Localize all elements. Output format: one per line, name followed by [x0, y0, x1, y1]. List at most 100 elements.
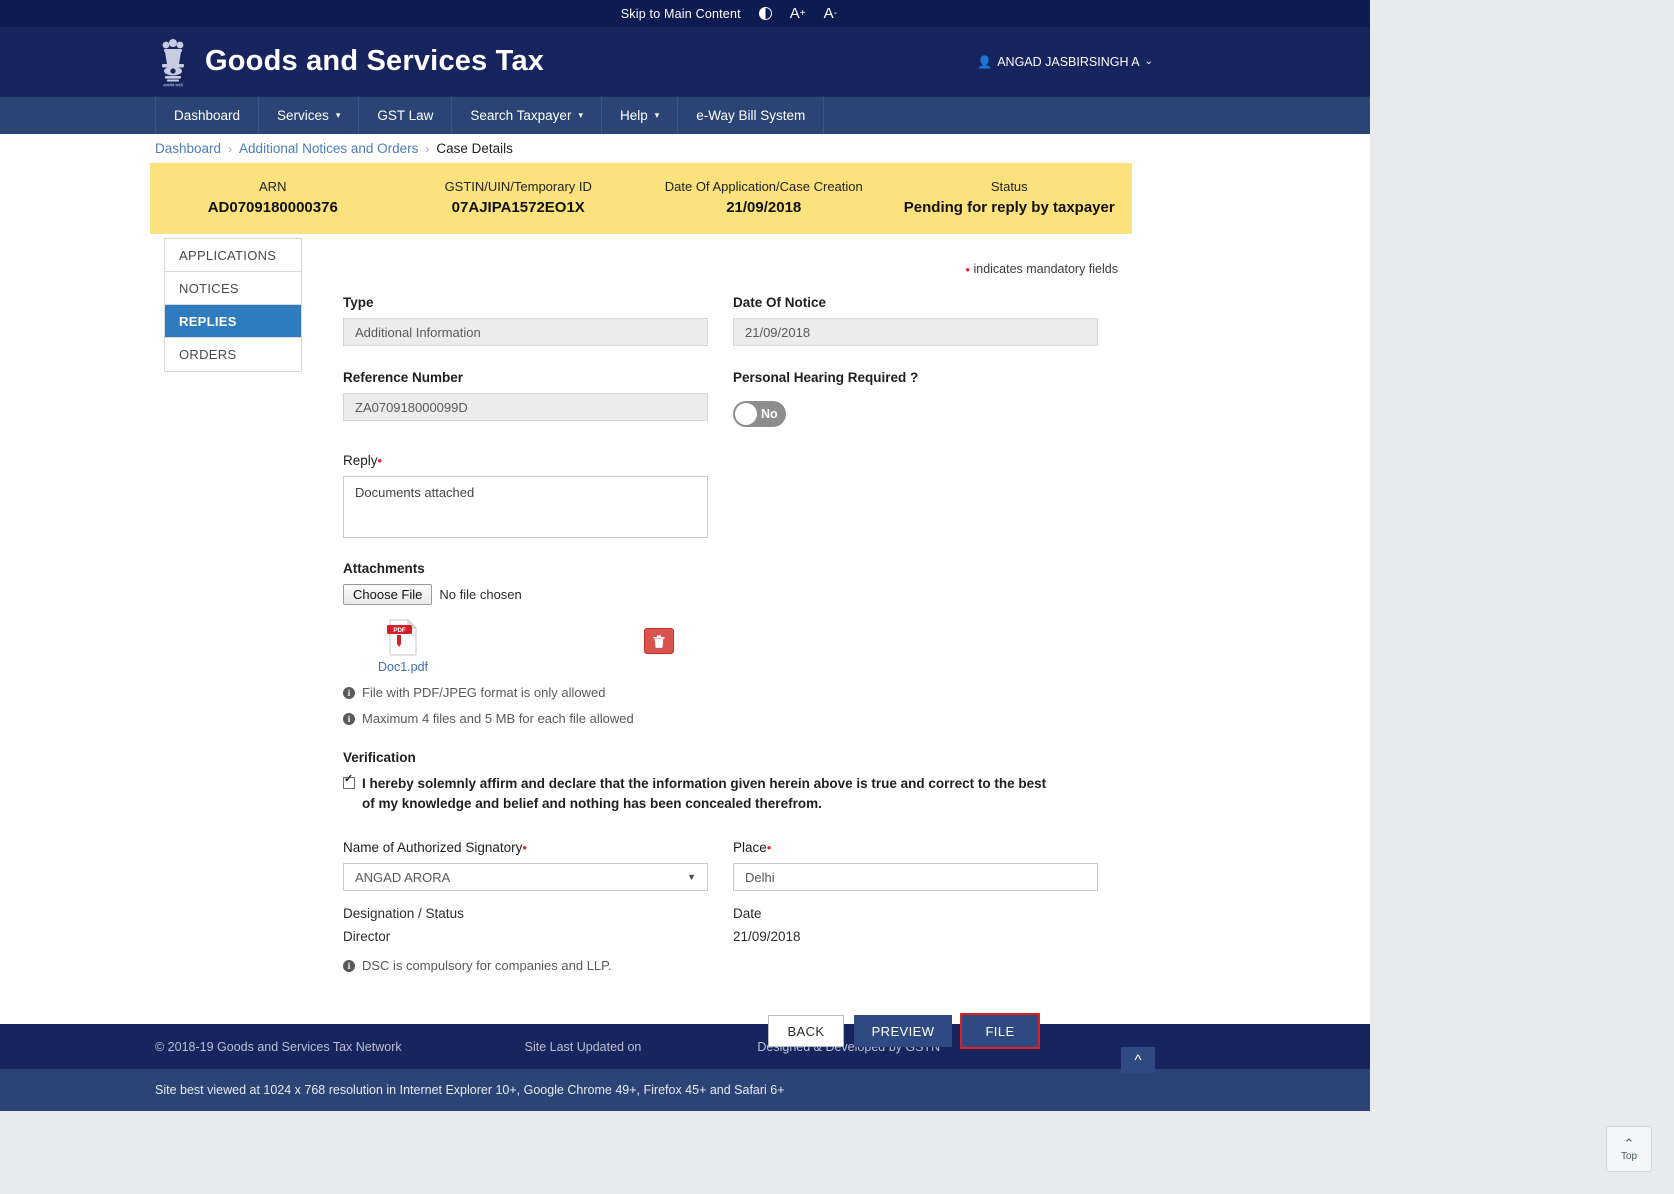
field-date-of-notice: Date Of Notice 21/09/2018 — [733, 295, 1098, 346]
summary-label: ARN — [259, 179, 287, 194]
nav-label: Services — [277, 108, 329, 123]
chevron-down-icon: ▾ — [335, 110, 341, 120]
page-root: Skip to Main Content A + A- सत्यमेव जयते … — [0, 0, 1370, 1111]
signatory-label-text: Name of Authorized Signatory — [343, 840, 523, 856]
reply-label-text: Reply — [343, 453, 378, 468]
toggle-state-label: No — [761, 407, 778, 421]
designation-label: Designation / Status — [343, 906, 464, 922]
delete-attachment-button[interactable] — [644, 628, 674, 654]
summary-value: AD0709180000376 — [207, 198, 338, 216]
attachment-note-limit: i Maximum 4 files and 5 MB for each file… — [343, 711, 1118, 726]
sidebar-item-orders[interactable]: ORDERS — [165, 338, 301, 371]
attachment-thumb[interactable]: PDF Doc1.pdf — [343, 618, 463, 674]
info-icon: i — [343, 686, 355, 699]
field-reference-number: Reference Number ZA070918000099D — [343, 370, 708, 427]
user-menu[interactable]: 👤 ANGAD JASBIRSINGH A ⌄ — [977, 55, 1153, 69]
sidebar-item-label: ORDERS — [179, 347, 237, 362]
reply-textarea[interactable]: Documents attached — [343, 476, 708, 538]
preview-button[interactable]: PREVIEW — [854, 1015, 952, 1048]
nav-item-dashboard[interactable]: Dashboard — [155, 97, 260, 134]
dsc-note: i DSC is compulsory for companies and LL… — [343, 958, 1118, 973]
font-increase-label: A — [789, 5, 800, 22]
sidebar-item-notices[interactable]: NOTICES — [165, 272, 301, 305]
nav-label: e-Way Bill System — [696, 108, 806, 123]
field-place: Place• Delhi — [733, 840, 1098, 892]
breadcrumb: Dashboard › Additional Notices and Order… — [0, 134, 1370, 163]
date-of-notice-label: Date Of Notice — [733, 295, 827, 310]
required-asterisk-icon: • — [377, 453, 383, 468]
place-input[interactable]: Delhi — [733, 863, 1098, 892]
font-increase-button[interactable]: A + — [790, 5, 806, 22]
back-button[interactable]: BACK — [768, 1015, 844, 1048]
declaration-row: I hereby solemnly affirm and declare tha… — [343, 774, 1118, 813]
floating-top-button[interactable]: ⌃ Top — [1606, 1126, 1652, 1172]
reply-label: Reply• — [343, 453, 1118, 468]
mandatory-note-text: indicates mandatory fields — [973, 262, 1118, 276]
summary-value: 07AJIPA1572EO1X — [451, 198, 585, 216]
nav-item-eway-bill-system[interactable]: e-Way Bill System — [678, 97, 825, 134]
file-chooser-row: Choose File No file chosen — [343, 584, 1118, 605]
font-decrease-sup: - — [833, 8, 837, 19]
top-button-label: Top — [1620, 1150, 1638, 1162]
font-decrease-button[interactable]: A- — [824, 5, 837, 22]
sidebar-item-label: NOTICES — [179, 280, 239, 296]
summary-cell-status: Status Pending for reply by taxpayer — [887, 177, 1133, 219]
attachment-file-name[interactable]: Doc1.pdf — [343, 660, 463, 674]
required-asterisk-icon: • — [522, 840, 527, 856]
nav-item-services[interactable]: Services ▾ — [259, 97, 360, 134]
nav-item-gst-law[interactable]: GST Law — [359, 97, 453, 134]
brand-header: सत्यमेव जयते Goods and Services Tax 👤 AN… — [0, 27, 1370, 96]
file-button[interactable]: FILE — [960, 1013, 1040, 1050]
contrast-toggle-icon[interactable] — [758, 7, 772, 20]
sidebar-item-replies[interactable]: REPLIES — [165, 305, 301, 338]
brand-title: Goods and Services Tax — [205, 45, 545, 77]
sidebar-item-applications[interactable]: APPLICATIONS — [165, 239, 301, 272]
sidebar-item-label: APPLICATIONS — [179, 247, 277, 263]
reply-form: • indicates mandatory fields Type Additi… — [343, 234, 1155, 1074]
designation-value: Director — [343, 929, 391, 945]
scroll-to-top-button[interactable]: ^ — [1121, 1047, 1155, 1074]
chevron-up-icon: ⌃ — [1623, 1135, 1635, 1151]
reference-number-label: Reference Number — [343, 370, 464, 385]
mandatory-fields-note: • indicates mandatory fields — [343, 234, 1118, 277]
info-icon: i — [343, 959, 355, 972]
personal-hearing-toggle[interactable]: No — [733, 401, 786, 427]
choose-file-button[interactable]: Choose File — [343, 584, 433, 605]
nav-label: Search Taxpayer — [470, 108, 572, 123]
reference-number-input: ZA070918000099D — [343, 393, 708, 421]
nav-item-search-taxpayer[interactable]: Search Taxpayer ▾ — [452, 97, 602, 134]
case-details-body: APPLICATIONS NOTICES REPLIES ORDERS • in… — [150, 234, 1155, 1074]
summary-value: 21/09/2018 — [726, 198, 802, 216]
type-label: Type — [343, 295, 374, 310]
svg-text:PDF: PDF — [393, 627, 406, 634]
breadcrumb-item-additional-notices[interactable]: Additional Notices and Orders — [239, 141, 418, 156]
summary-cell-gstin: GSTIN/UIN/Temporary ID 07AJIPA1572EO1X — [396, 177, 642, 219]
utility-bar: Skip to Main Content A + A- — [0, 0, 1370, 27]
date-of-notice-input: 21/09/2018 — [733, 318, 1098, 346]
font-decrease-label: A — [823, 5, 834, 22]
type-input: Additional Information — [343, 318, 708, 346]
required-asterisk-icon: • — [965, 262, 970, 277]
nav-item-help[interactable]: Help ▾ — [602, 97, 679, 134]
attachment-note-format: i File with PDF/JPEG format is only allo… — [343, 685, 1118, 700]
status-badge: Pending for reply by taxpayer — [903, 198, 1115, 216]
case-summary-band: ARN AD0709180000376 GSTIN/UIN/Temporary … — [150, 163, 1132, 234]
font-increase-sup: + — [799, 8, 806, 19]
toggle-knob — [735, 403, 757, 425]
user-name-label: ANGAD JASBIRSINGH A — [997, 54, 1140, 69]
field-authorized-signatory: Name of Authorized Signatory• ANGAD AROR… — [343, 840, 708, 892]
pdf-file-icon: PDF — [387, 618, 418, 656]
declaration-checkbox[interactable] — [343, 774, 355, 789]
summary-label: Status — [990, 179, 1028, 194]
nav-label: Help — [619, 108, 648, 123]
form-action-buttons: BACK PREVIEW FILE — [343, 1013, 1118, 1050]
skip-to-main-content-link[interactable]: Skip to Main Content — [621, 7, 741, 21]
attachment-list-item: PDF Doc1.pdf — [343, 618, 1118, 674]
attachments-label: Attachments — [343, 561, 425, 576]
breadcrumb-item-dashboard[interactable]: Dashboard — [155, 141, 221, 156]
signatory-select[interactable]: ANGAD ARORA ▼ — [343, 863, 708, 892]
field-personal-hearing: Personal Hearing Required ? No — [733, 370, 1098, 427]
attachment-note-text: Maximum 4 files and 5 MB for each file a… — [362, 711, 634, 726]
trash-icon — [653, 634, 665, 648]
place-label: Place• — [733, 840, 1098, 855]
